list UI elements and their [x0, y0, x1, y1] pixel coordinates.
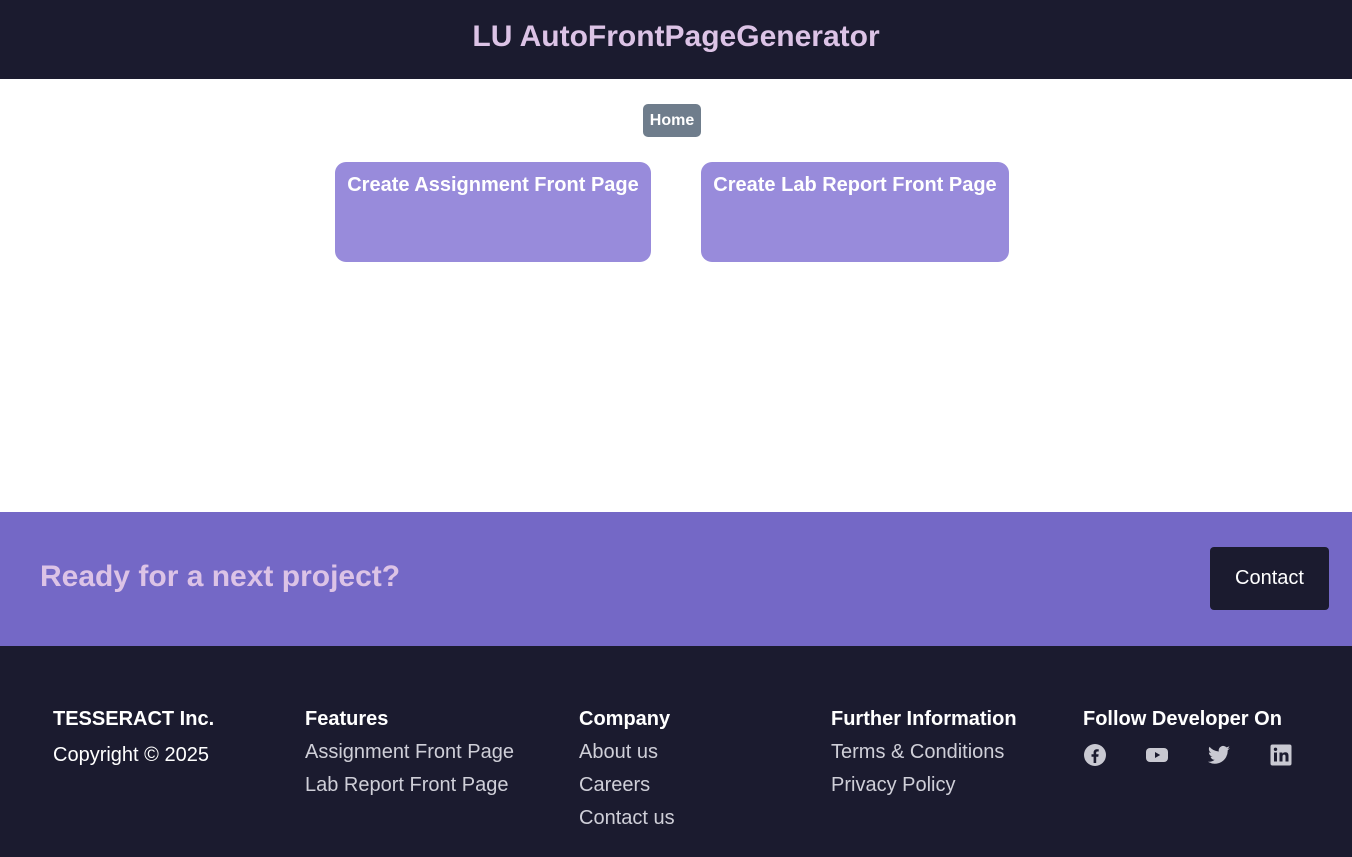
create-lab-report-card[interactable]: Create Lab Report Front Page — [701, 162, 1009, 262]
footer-link-lab-report[interactable]: Lab Report Front Page — [305, 773, 514, 797]
social-links — [1083, 743, 1331, 767]
footer-link-assignment[interactable]: Assignment Front Page — [305, 740, 514, 764]
social-heading: Follow Developer On — [1083, 708, 1282, 730]
company-name: TESSERACT Inc. — [53, 708, 215, 730]
contact-button[interactable]: Contact — [1210, 547, 1329, 610]
footer-link-terms[interactable]: Terms & Conditions — [831, 740, 1017, 764]
youtube-icon[interactable] — [1145, 743, 1169, 767]
cta-text: Ready for a next project? — [40, 560, 401, 593]
facebook-icon[interactable] — [1083, 743, 1107, 767]
footer-link-careers[interactable]: Careers — [579, 773, 675, 797]
linkedin-icon[interactable] — [1269, 743, 1293, 767]
footer-further-column: Further Information Terms & Conditions P… — [831, 707, 1017, 797]
footer-company-column: Company About us Careers Contact us — [579, 707, 675, 830]
create-assignment-card[interactable]: Create Assignment Front Page — [335, 162, 651, 262]
footer-link-contact[interactable]: Contact us — [579, 806, 675, 830]
copyright-text: Copyright © 2025 — [53, 744, 209, 766]
company-heading: Company — [579, 708, 671, 730]
site-title: LU AutoFrontPageGenerator — [472, 19, 880, 53]
footer-link-about[interactable]: About us — [579, 740, 675, 764]
site-footer: TESSERACT Inc. Copyright © 2025 Features… — [0, 646, 1352, 857]
footer-brand-column: TESSERACT Inc. Copyright © 2025 — [53, 707, 214, 767]
footer-link-privacy[interactable]: Privacy Policy — [831, 773, 1017, 797]
twitter-icon[interactable] — [1207, 743, 1231, 767]
footer-features-column: Features Assignment Front Page Lab Repor… — [305, 707, 514, 797]
footer-social-column: Follow Developer On — [1083, 707, 1331, 767]
site-header: LU AutoFrontPageGenerator — [0, 0, 1352, 79]
home-button[interactable]: Home — [643, 104, 701, 137]
main-content: Home Create Assignment Front Page Create… — [0, 79, 1352, 512]
further-info-heading: Further Information — [831, 708, 1017, 730]
features-heading: Features — [305, 708, 389, 730]
cta-banner: Ready for a next project? Contact — [0, 512, 1352, 646]
